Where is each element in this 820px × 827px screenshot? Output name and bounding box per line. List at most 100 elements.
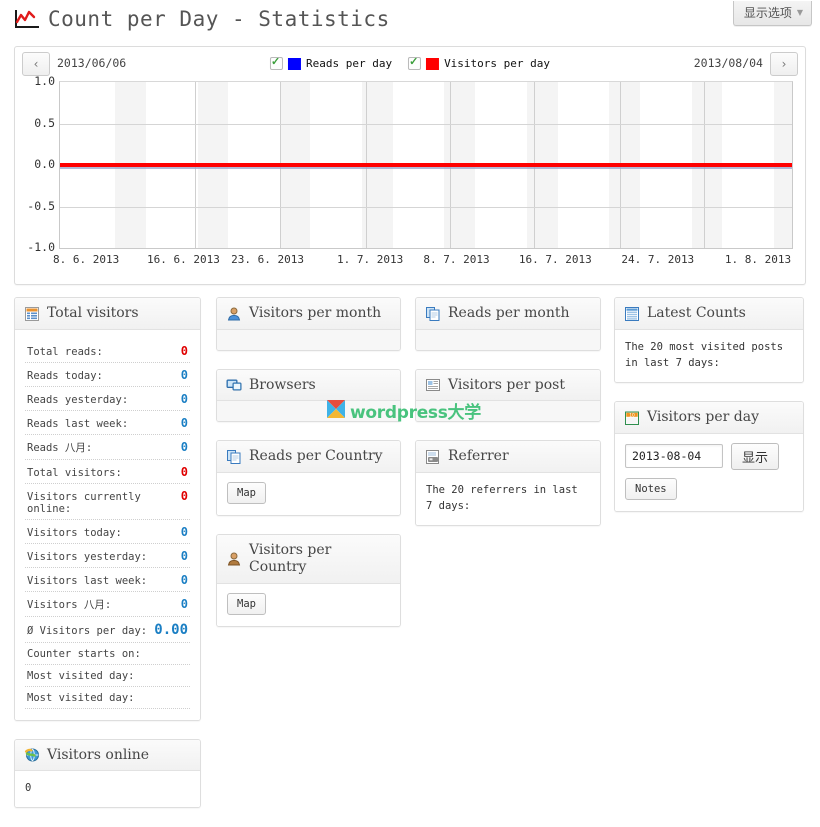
map-button-visitors-per-country[interactable]: Map (227, 593, 266, 615)
panel-reads-per-country: Reads per Country Map (216, 440, 401, 516)
x-axis-tick-label: 16. 6. 2013 (147, 253, 220, 266)
visitors-per-day-show-button[interactable]: 显示 (731, 443, 779, 470)
stat-label: Reads last week: (27, 418, 128, 430)
stat-label: Visitors last week: (27, 575, 147, 587)
stat-label: Total reads: (27, 346, 103, 358)
stat-value: 0 (181, 597, 188, 611)
panel-header-visitors-per-day: 10 Visitors per day (615, 402, 803, 434)
stat-value: 0.00 (154, 622, 188, 638)
panel-title-referrer: Referrer (448, 448, 509, 466)
stat-label: Reads 八月: (27, 440, 92, 455)
gridline-horizontal (60, 124, 792, 125)
stat-value: 0 (181, 368, 188, 382)
panel-body-visitors-online: 0 (15, 771, 200, 807)
referrer-body-text: The 20 referrers in last 7 days: (426, 482, 590, 515)
chart-plot-area: 1.00.50.0-0.5-1.0 8. 6. 2013 16. 6. 2013 2… (15, 77, 805, 283)
stat-row: Reads today: 0 (25, 363, 190, 387)
x-axis-tick-label: 23. 6. 2013 (231, 253, 304, 266)
chart-prev-button[interactable]: ‹ (22, 52, 50, 76)
x-axis-tick-label: 24. 7. 2013 (621, 253, 694, 266)
stat-label: Visitors yesterday: (27, 551, 147, 563)
map-button-reads-per-country[interactable]: Map (227, 482, 266, 504)
panel-reads-per-month: Reads per month (415, 297, 601, 351)
visitors-per-day-controls: 显示 (625, 443, 793, 470)
stat-row: Visitors last week:0 (25, 568, 190, 592)
stat-row: Reads yesterday:0 (25, 387, 190, 411)
stat-label: Reads today: (27, 370, 103, 382)
panel-total-visitors: Total visitors Total reads:0Reads today:… (14, 297, 201, 721)
legend-item-reads-per-day[interactable]: Reads per day (270, 57, 392, 70)
legend-item-visitors-per-day[interactable]: Visitors per day (408, 57, 550, 70)
panel-title-reads-per-month: Reads per month (448, 305, 570, 323)
panel-header-visitors-per-post: Visitors per post (416, 370, 600, 402)
gridline-horizontal (60, 207, 792, 208)
user-blue-icon (226, 306, 242, 322)
visitors-online-value: 0 (25, 782, 31, 794)
article-icon (425, 377, 441, 393)
stat-value: 0 (181, 416, 188, 430)
stat-row: Visitors yesterday:0 (25, 544, 190, 568)
y-axis-tick-label: -1.0 (15, 240, 55, 254)
legend-checkbox-visitors-per-day[interactable] (408, 57, 421, 70)
referrer-doc-icon (425, 449, 441, 465)
legend-swatch-visitors-per-day (426, 58, 439, 70)
panel-visitors-per-country: Visitors per Country Map (216, 534, 401, 627)
stat-row: Counter starts on: (25, 643, 190, 665)
panel-visitors-per-day: 10 Visitors per day 显示 Notes (614, 401, 804, 512)
stat-label: Total visitors: (27, 467, 122, 479)
dashboard-column-1: Total visitors Total reads:0Reads today:… (14, 297, 201, 826)
chart-y-axis: 1.00.50.0-0.5-1.0 (15, 77, 55, 253)
x-axis-tick-label: 1. 7. 2013 (337, 253, 403, 266)
chart-next-button[interactable]: › (770, 52, 798, 76)
panel-header-visitors-per-country: Visitors per Country (217, 535, 400, 584)
stat-label: Counter starts on: (27, 648, 141, 660)
series-line-reads-per-day (60, 167, 792, 169)
dashboard-column-3: Reads per month Visitors per post (415, 297, 601, 544)
stat-row: Total visitors:0 (25, 460, 190, 484)
chevron-down-icon: ▼ (797, 8, 803, 17)
panel-body-reads-per-country: Map (217, 473, 400, 515)
stat-row: Most visited day: (25, 687, 190, 709)
screen-options-button[interactable]: 显示选项 ▼ (733, 1, 812, 26)
panel-body-total-visitors: Total reads: 0 Reads today: 0 Reads yesterda… (15, 330, 200, 720)
panel-header-visitors-per-month: Visitors per month (217, 298, 400, 330)
legend-checkbox-reads-per-day[interactable] (270, 57, 283, 70)
series-line-visitors-per-day (60, 163, 792, 167)
panel-title-latest-counts: Latest Counts (647, 305, 746, 323)
stat-row: Ø Visitors per day:0.00 (25, 617, 190, 643)
stat-row: Visitors 八月: 0 (25, 592, 190, 617)
stat-row: Visitors currently online:0 (25, 484, 190, 520)
table-report-icon (24, 306, 40, 322)
legend-label-reads-per-day: Reads per day (306, 57, 392, 70)
globe-icon (24, 747, 40, 763)
stat-label: Visitors currently online: (27, 491, 181, 515)
latest-counts-body-text: The 20 most visited posts in last 7 days… (625, 339, 793, 372)
y-axis-tick-label: 0.0 (15, 157, 55, 171)
stat-value: 0 (181, 525, 188, 539)
chart-toolbar: ‹ 2013/06/06 Reads per day Visitors per … (15, 47, 805, 77)
panel-title-reads-per-country: Reads per Country (249, 448, 383, 466)
visitors-per-day-date-input[interactable] (625, 444, 723, 468)
monitor-icon (226, 377, 242, 393)
x-axis-tick-label: 8. 6. 2013 (53, 253, 119, 266)
page-title: Count per Day - Statistics (48, 7, 390, 31)
stat-label: Visitors 八月: (27, 597, 111, 612)
panel-title-visitors-online: Visitors online (47, 747, 149, 765)
x-axis-tick-label: 16. 7. 2013 (519, 253, 592, 266)
visitors-per-day-notes-button[interactable]: Notes (625, 478, 677, 500)
panel-header-visitors-online: Visitors online (15, 740, 200, 772)
chart-legend: Reads per day Visitors per day (270, 57, 550, 70)
panel-referrer: Referrer The 20 referrers in last 7 days… (415, 440, 601, 526)
panel-body-visitors-per-day: 显示 Notes (615, 434, 803, 511)
panel-body-referrer: The 20 referrers in last 7 days: (416, 473, 600, 526)
panel-body-visitors-per-month (217, 330, 400, 350)
legend-label-visitors-per-day: Visitors per day (444, 57, 550, 70)
chart-panel: ‹ 2013/06/06 Reads per day Visitors per … (14, 46, 806, 285)
pages-copy-icon (425, 306, 441, 322)
stat-value: 0 (181, 489, 188, 503)
panel-body-visitors-per-post (416, 401, 600, 421)
panel-visitors-per-month: Visitors per month (216, 297, 401, 351)
stat-value: 0 (181, 344, 188, 358)
panel-visitors-online: Visitors online 0 (14, 739, 201, 809)
panel-browsers: Browsers (216, 369, 401, 423)
